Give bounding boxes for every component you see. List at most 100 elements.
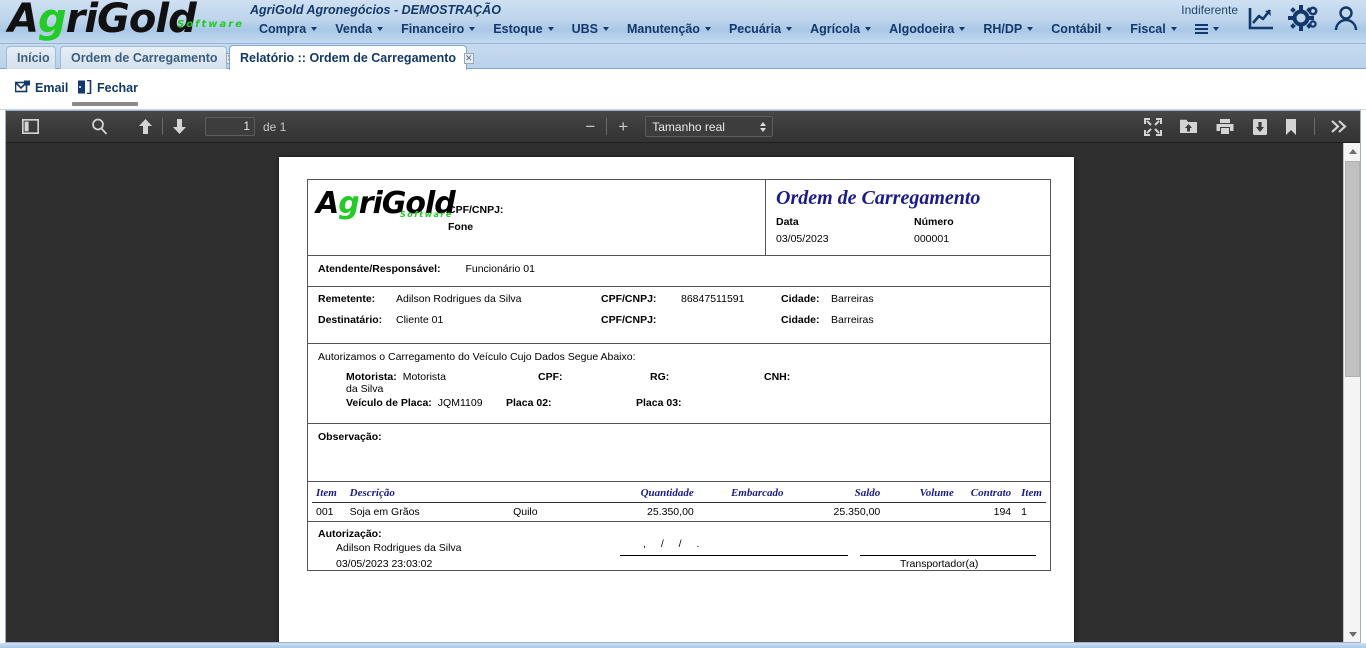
plate1-value: JQM1109	[437, 397, 483, 409]
chevron-double-right-icon[interactable]	[1330, 119, 1348, 134]
tab-ordem-de-carregamento[interactable]: Ordem de Carregamento ✕	[60, 46, 236, 69]
bottom-band	[0, 643, 1366, 648]
menu-venda[interactable]: Venda	[326, 19, 392, 39]
company-contact-block: CPF/CNPJ: Fone	[448, 202, 503, 236]
zoom-out-button[interactable]: −	[585, 117, 595, 137]
active-button-underline	[72, 102, 138, 106]
company-cpf-label: CPF/CNPJ:	[448, 204, 504, 216]
close-report-label: Fechar	[97, 81, 138, 95]
close-report-button[interactable]: Fechar	[72, 76, 143, 100]
chevron-down-icon	[1027, 27, 1034, 31]
menu-estoque-label: Estoque	[493, 22, 543, 36]
document-agrigold-logo: AgriGold Software	[316, 186, 456, 221]
table-row: 001 Soja em Grãos Quilo 25.350,00 25.350…	[312, 503, 1046, 522]
menu-ubs[interactable]: UBS	[563, 19, 618, 39]
menu-pecuaria[interactable]: Pecuária	[720, 19, 801, 39]
cell-unit: Quilo	[513, 506, 538, 518]
menu-estoque[interactable]: Estoque	[484, 19, 562, 39]
tab-relatorio-ordem-de-carregamento[interactable]: Relatório :: Ordem de Carregamento ✕	[229, 45, 474, 70]
chevron-down-icon	[786, 27, 793, 31]
document-body: AgriGold Software CPF/CNPJ: Fone Ordem de…	[307, 179, 1051, 571]
driver-cpf-label: CPF:	[538, 371, 563, 383]
top-icon-group	[1246, 4, 1360, 32]
fullscreen-icon[interactable]	[1144, 117, 1163, 136]
col-quantidade: Quantidade	[600, 484, 698, 503]
chevron-down-icon	[865, 27, 872, 31]
search-icon[interactable]	[91, 118, 108, 135]
cell-descricao: Soja em Grãos	[349, 506, 420, 518]
print-icon[interactable]	[1215, 118, 1235, 135]
recipient-cpf-label: CPF/CNPJ:	[601, 314, 657, 326]
scrollbar-thumb[interactable]	[1345, 161, 1360, 377]
menu-algodoeira[interactable]: Algodoeira	[880, 19, 974, 39]
tab-relatorio-label: Relatório :: Ordem de Carregamento	[240, 51, 457, 65]
download-icon[interactable]	[1252, 118, 1268, 136]
cell-contrato: 194	[993, 506, 1012, 518]
email-button[interactable]: Email	[10, 76, 73, 100]
menu-pecuaria-label: Pecuária	[728, 22, 782, 36]
chevron-down-icon	[547, 27, 554, 31]
driver-rg-label: RG:	[650, 371, 670, 383]
plate3-label: Placa 03:	[636, 397, 682, 409]
report-action-bar: Email Fechar	[0, 69, 1366, 110]
zoom-in-button[interactable]: +	[618, 117, 628, 137]
arrow-up-icon[interactable]	[138, 118, 153, 135]
doc-logo-letter-a: A	[316, 186, 339, 221]
cell-quantidade: 25.350,00	[647, 506, 694, 518]
menu-compra[interactable]: Compra	[250, 19, 326, 39]
date-label: Data	[776, 216, 799, 228]
sidebar-toggle-icon[interactable]	[19, 117, 41, 137]
recipient-label: Destinatário:	[318, 314, 383, 326]
open-folder-icon[interactable]	[1179, 118, 1198, 135]
scroll-up-arrow-icon[interactable]	[1344, 143, 1360, 160]
transporter-caption: Transportador(a)	[900, 558, 979, 570]
zoom-level-value: Tamanho real	[652, 119, 725, 134]
recipient-city-label: Cidade:	[781, 314, 820, 326]
chevron-down-icon	[1212, 27, 1219, 31]
tab-inicio[interactable]: Início	[6, 46, 56, 69]
page-number-input[interactable]: 1	[205, 117, 255, 136]
email-button-label: Email	[35, 81, 69, 95]
attendant-box: Atendente/Responsável: Funcionário 01	[307, 255, 1051, 286]
menu-compra-label: Compra	[259, 22, 307, 36]
logo-letter-a: A	[8, 0, 39, 42]
toolbar-divider	[162, 118, 163, 135]
logo-letter-g: g	[37, 0, 67, 42]
scroll-down-arrow-icon[interactable]	[1344, 626, 1360, 642]
menu-overflow[interactable]	[1186, 21, 1228, 37]
report-page: AgriGold Software CPF/CNPJ: Fone Ordem de…	[279, 157, 1074, 642]
document-title-block: Ordem de Carregamento Data 03/05/2023 Nú…	[766, 180, 1052, 255]
menu-rhdp-label: RH/DP	[983, 22, 1023, 36]
user-icon[interactable]	[1332, 4, 1360, 32]
sender-city-value: Barreiras	[831, 293, 874, 305]
cell-contrato-item: 1	[1021, 506, 1027, 518]
bookmark-icon[interactable]	[1285, 118, 1297, 136]
chevron-down-icon	[704, 27, 711, 31]
viewer-vertical-scrollbar[interactable]	[1343, 143, 1360, 642]
document-header-box: AgriGold Software CPF/CNPJ: Fone Ordem de…	[307, 179, 1051, 255]
menu-rhdp[interactable]: RH/DP	[974, 19, 1042, 39]
menu-manutencao[interactable]: Manutenção	[618, 19, 720, 39]
pdf-toolbar: 1 de 1 − + Tamanho real	[6, 111, 1360, 143]
vehicle-box: Autorizamos o Carregamento do Veículo Cu…	[307, 343, 1051, 423]
col-descricao: Descrição	[345, 484, 510, 503]
sender-label: Remetente:	[318, 293, 376, 305]
exit-door-icon	[77, 79, 93, 97]
close-icon[interactable]: ✕	[464, 52, 474, 64]
menu-fiscal[interactable]: Fiscal	[1121, 19, 1185, 39]
chevron-down-icon	[311, 27, 318, 31]
menu-agricola[interactable]: Agrícola	[801, 19, 880, 39]
logo-subtitle: Software	[177, 19, 244, 30]
arrow-down-icon[interactable]	[172, 118, 187, 135]
recipient-value: Cliente 01	[396, 314, 444, 326]
menu-contabil[interactable]: Contábil	[1042, 19, 1121, 39]
pdf-canvas: AgriGold Software CPF/CNPJ: Fone Ordem de…	[6, 143, 1343, 642]
zoom-level-select[interactable]: Tamanho real	[645, 116, 774, 137]
recipient-row: Destinatário: Cliente 01 CPF/CNPJ: Cidad…	[318, 314, 1040, 335]
observation-label: Observação:	[318, 431, 382, 443]
gear-icon[interactable]	[1288, 4, 1320, 32]
chart-icon[interactable]	[1246, 4, 1276, 32]
company-block: AgriGold Software CPF/CNPJ: Fone	[308, 180, 766, 255]
status-indiferente: Indiferente	[1181, 3, 1238, 17]
menu-financeiro[interactable]: Financeiro	[392, 19, 484, 39]
